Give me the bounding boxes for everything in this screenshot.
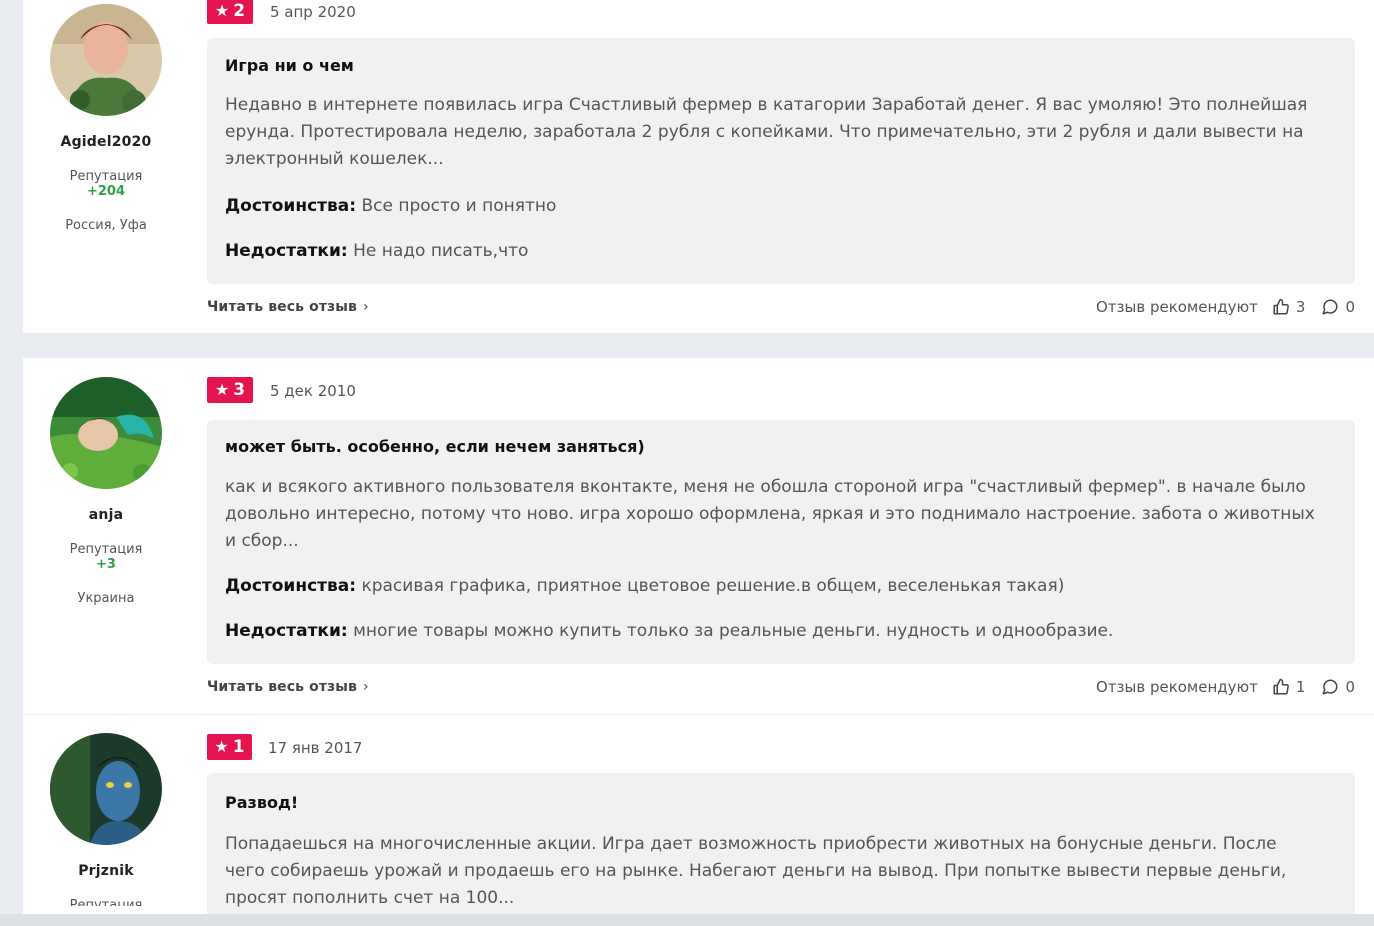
reputation-label: Репутация [69,169,143,184]
comment-icon[interactable] [1321,678,1339,696]
comments-count: 0 [1345,678,1355,696]
rating-badge: ★ 3 [207,377,253,403]
review-title[interactable]: Игра ни о чем [225,56,354,75]
review-title[interactable]: может быть. особенно, если нечем занятьс… [225,437,645,456]
review-text: как и всякого активного пользователя вко… [225,477,1315,551]
review-meta: Отзыв рекомендуют 3 0 [1096,298,1355,316]
pros-text: красивая графика, приятное цветовое реше… [361,576,1065,596]
review-title[interactable]: Развод! [225,793,298,812]
recommend-label: Отзыв рекомендуют [1095,298,1258,316]
comment-icon[interactable] [1321,298,1339,316]
review-cons: Недостатки: Не надо писать,что [225,241,528,261]
review-pros: Достоинства: Все просто и понятно [225,196,556,216]
author-location: Украина [77,591,135,606]
review-meta: Отзыв рекомендуют 1 0 [1096,678,1355,696]
likes-count: 1 [1295,678,1306,696]
pros-text: Все просто и понятно [361,196,557,216]
read-more-link[interactable]: Читать весь отзыв › [207,679,369,695]
star-icon: ★ [214,1,230,20]
author-location: Россия, Уфа [65,218,147,233]
star-icon: ★ [214,380,230,399]
cons-text: многие товары можно купить только за реа… [353,621,1114,641]
recommend-label: Отзыв рекомендуют [1095,678,1258,696]
review-card: Prjznik Репутация ★ 1 17 янв 2017 Развод… [23,714,1374,915]
user-avatar[interactable] [50,377,162,489]
review-body[interactable]: Развод! Попадаешься на многочисленные ак… [207,773,1355,915]
star-icon: ★ [214,737,229,756]
review-text: Попадаешься на многочисленные акции. Игр… [225,834,1287,908]
read-more-label: Читать весь отзыв [207,679,357,695]
pros-label: Достоинства: [225,576,357,596]
page-bottom-bar [0,914,1374,926]
review-date: 17 янв 2017 [268,739,363,757]
thumbs-up-icon[interactable] [1272,298,1290,316]
review-body[interactable]: Игра ни о чем Недавно в интернете появил… [207,38,1355,284]
read-more-link[interactable]: Читать весь отзыв › [207,299,369,315]
review-cons: Недостатки: многие товары можно купить т… [225,621,1113,641]
user-avatar[interactable] [50,733,162,845]
author-name[interactable]: anja [23,507,189,523]
cons-label: Недостатки: [225,621,348,641]
read-more-label: Читать весь отзыв [207,299,357,315]
user-avatar[interactable] [50,4,162,116]
review-text: Недавно в интернете появилась игра Счаст… [225,95,1308,169]
review-pros: Достоинства: красивая графика, приятное … [225,576,1064,596]
reputation-value: +3 [96,557,116,572]
thumbs-up-icon[interactable] [1272,678,1290,696]
pros-label: Достоинства: [225,196,357,216]
reputation-label: Репутация [69,898,143,906]
review-card: Agidel2020 Репутация +204 Россия, Уфа ★ … [23,0,1374,333]
review-date: 5 апр 2020 [270,3,356,21]
chevron-right-icon: › [363,299,369,315]
review-author: Prjznik Репутация [23,733,189,906]
author-name[interactable]: Prjznik [23,863,189,879]
author-name[interactable]: Agidel2020 [23,134,189,150]
cons-label: Недостатки: [225,241,348,261]
rating-value: 2 [233,1,246,21]
reputation-label: Репутация [69,542,143,557]
likes-count: 3 [1295,298,1306,316]
review-author: anja Репутация +3 Украина [23,377,189,606]
review-body[interactable]: может быть. особенно, если нечем занятьс… [207,420,1355,664]
comments-count: 0 [1345,298,1355,316]
review-date: 5 дек 2010 [270,382,356,400]
review-author: Agidel2020 Репутация +204 Россия, Уфа [23,4,189,233]
rating-value: 1 [232,737,245,757]
chevron-right-icon: › [363,679,369,695]
cons-text: Не надо писать,что [353,241,529,261]
rating-value: 3 [233,380,246,400]
review-card: anja Репутация +3 Украина ★ 3 5 дек 2010… [23,358,1374,714]
rating-badge: ★ 2 [207,0,253,24]
reputation-value: +204 [86,184,126,199]
rating-badge: ★ 1 [207,734,252,760]
